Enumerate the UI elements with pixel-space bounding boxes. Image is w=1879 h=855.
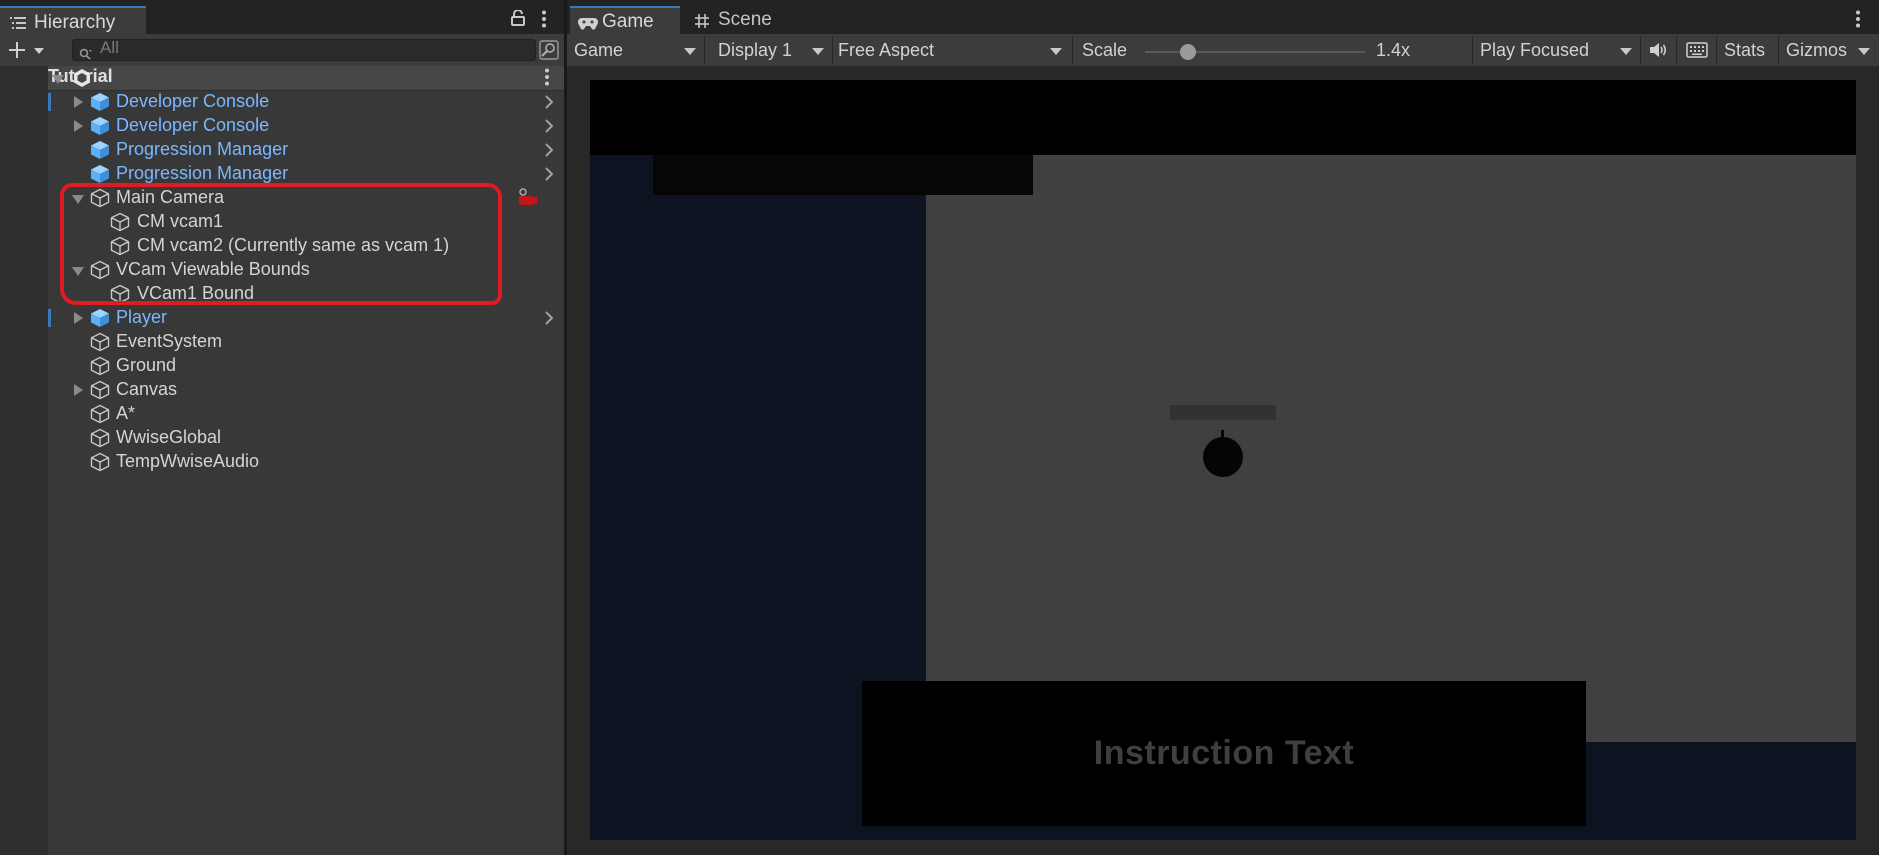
stats-label: Stats: [1724, 40, 1766, 60]
chevron-right-icon[interactable]: [544, 310, 554, 331]
play-mode-value: Play Focused: [1480, 40, 1590, 60]
chevron-down-icon: [1050, 48, 1062, 55]
scale-value: 1.4x: [1376, 40, 1411, 60]
hierarchy-item-developer-console[interactable]: Developer Console: [48, 114, 564, 138]
red-highlight-annotation: [60, 183, 502, 305]
player-sprite: [1203, 437, 1243, 477]
instruction-text: Instruction Text: [1093, 734, 1355, 772]
scene-row-tutorial[interactable]: Tutorial: [48, 66, 564, 91]
chevron-down-icon: [1858, 48, 1870, 55]
hierarchy-item-developer-console[interactable]: Developer Console: [48, 90, 564, 114]
instruction-panel: Instruction Text: [862, 681, 1586, 826]
hierarchy-item-label: Player: [116, 307, 168, 327]
hierarchy-item-label: Ground: [116, 355, 177, 375]
hierarchy-item-label: Developer Console: [116, 91, 270, 111]
expand-arrow-icon[interactable]: [74, 120, 83, 132]
hierarchy-item-label: WwiseGlobal: [116, 427, 222, 447]
room-floor: [926, 155, 1856, 742]
tab-scene-label: Scene: [718, 9, 772, 30]
scale-label-wrap: Scale: [1074, 36, 1144, 64]
toolbar-separator: [1676, 36, 1677, 64]
hierarchy-item-ground[interactable]: Ground: [48, 354, 564, 378]
toolbar-separator: [1640, 36, 1641, 64]
hierarchy-item-player[interactable]: Player: [48, 306, 564, 330]
game-panel-menu-icon[interactable]: [1855, 10, 1861, 33]
chevron-right-icon[interactable]: [544, 94, 554, 115]
tab-game[interactable]: Game: [570, 6, 680, 34]
toolbar-separator: [1072, 36, 1073, 64]
scene-search-icon[interactable]: [539, 40, 559, 65]
chevron-down-icon: [1620, 48, 1632, 55]
hierarchy-item-label: Progression Manager: [116, 163, 289, 183]
play-mode-dropdown[interactable]: Play Focused: [1472, 36, 1638, 64]
hierarchy-item-label: Canvas: [116, 379, 178, 399]
grid-hash-icon: [694, 13, 710, 34]
hierarchy-item-wwiseglobal[interactable]: WwiseGlobal: [48, 426, 564, 450]
letterbox-top-bar: [590, 80, 1856, 155]
display-value: Display 1: [718, 40, 793, 60]
chevron-right-icon[interactable]: [544, 142, 554, 163]
audio-mute-icon[interactable]: [1648, 41, 1668, 64]
scale-label: Scale: [1082, 40, 1128, 60]
list-icon: [10, 14, 26, 35]
chevron-down-icon: [812, 48, 824, 55]
search-icon: [79, 44, 93, 65]
tab-hierarchy[interactable]: Hierarchy: [0, 6, 146, 34]
aspect-dropdown[interactable]: Free Aspect: [830, 36, 1068, 64]
scale-slider-handle[interactable]: [1180, 44, 1196, 60]
aspect-value: Free Aspect: [838, 40, 935, 60]
gizmos-label: Gizmos: [1786, 40, 1848, 60]
hierarchy-item-label: EventSystem: [116, 331, 223, 351]
tab-game-label: Game: [602, 11, 654, 32]
game-viewport[interactable]: Instruction Text: [590, 80, 1856, 840]
display-dropdown[interactable]: Display 1: [710, 36, 830, 64]
hierarchy-search-field[interactable]: [72, 39, 536, 61]
scale-value-wrap: 1.4x: [1368, 36, 1438, 64]
view-mode-value: Game: [574, 40, 624, 60]
keyboard-shortcuts-icon[interactable]: [1686, 42, 1708, 63]
lock-icon[interactable]: [511, 9, 525, 31]
hierarchy-gutter: [0, 66, 48, 855]
hierarchy-item-tempwwiseaudio[interactable]: TempWwiseAudio: [48, 450, 564, 474]
toolbar-separator: [704, 36, 705, 64]
hierarchy-item-label: TempWwiseAudio: [116, 451, 260, 471]
gameobject-cube-icon: [90, 452, 110, 477]
selection-marker: [48, 93, 51, 111]
hierarchy-item-label: A*: [116, 403, 136, 423]
chevron-down-icon: [684, 48, 696, 55]
hierarchy-item-label: Progression Manager: [116, 139, 289, 159]
gamepad-icon: [577, 14, 599, 35]
gizmos-dropdown[interactable]: [1852, 36, 1876, 64]
hierarchy-item-label: Developer Console: [116, 115, 270, 135]
stats-button[interactable]: Stats: [1716, 36, 1776, 64]
chevron-right-icon[interactable]: [544, 166, 554, 187]
expand-arrow-icon[interactable]: [74, 96, 83, 108]
tab-hierarchy-label: Hierarchy: [34, 12, 116, 33]
hierarchy-item-canvas[interactable]: Canvas: [48, 378, 564, 402]
scale-slider-track[interactable]: [1145, 51, 1365, 53]
hierarchy-item-eventsystem[interactable]: EventSystem: [48, 330, 564, 354]
scene-menu-icon[interactable]: [544, 68, 550, 91]
chevron-right-icon[interactable]: [544, 118, 554, 139]
hierarchy-menu-icon[interactable]: [541, 10, 547, 33]
collapse-arrow-icon[interactable]: [52, 75, 64, 84]
gizmos-button[interactable]: Gizmos: [1778, 36, 1856, 64]
expand-arrow-icon[interactable]: [74, 384, 83, 396]
expand-arrow-icon[interactable]: [74, 312, 83, 324]
hierarchy-item-progression-manager[interactable]: Progression Manager: [48, 138, 564, 162]
player-health-bar: [1170, 405, 1276, 420]
view-mode-dropdown[interactable]: Game: [566, 36, 702, 64]
hierarchy-item-astar[interactable]: A*: [48, 402, 564, 426]
tab-scene[interactable]: Scene: [692, 6, 802, 34]
ui-dark-panel: [653, 155, 1033, 195]
search-placeholder: All: [100, 38, 119, 57]
add-object-button[interactable]: [8, 40, 48, 65]
